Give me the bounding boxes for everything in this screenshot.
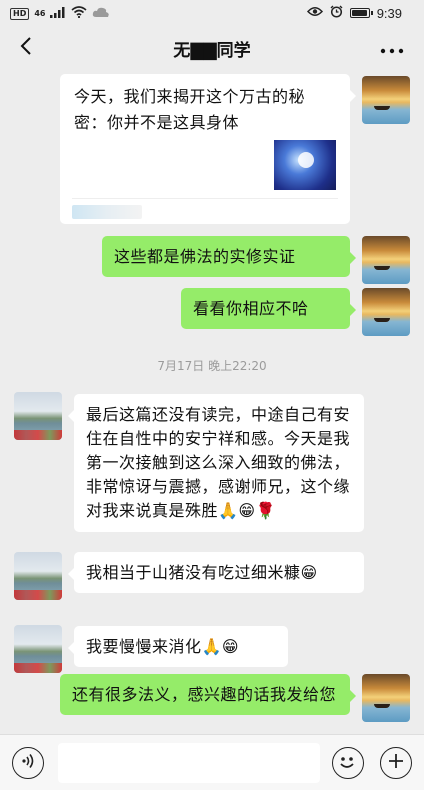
message-input[interactable] [58, 743, 320, 783]
voice-button[interactable] [12, 747, 44, 779]
cloud-icon [92, 7, 110, 21]
more-button[interactable] [380, 35, 404, 59]
self-avatar[interactable] [362, 674, 410, 722]
self-avatar[interactable] [362, 236, 410, 284]
status-right: 9:39 [306, 5, 402, 21]
chat-area[interactable]: 今天，我们来揭开这个万古的秘密：你并不是这具身体 这些都是佛法的实修实证 看看你… [0, 70, 424, 734]
signal-icon [50, 6, 66, 21]
message-bubble[interactable]: 我相当于山猪没有吃过细米糠😁 [68, 552, 364, 593]
alarm-icon [330, 5, 343, 21]
plus-icon [387, 752, 405, 774]
more-dots-icon [380, 35, 404, 59]
self-avatar[interactable] [362, 76, 410, 124]
contact-avatar[interactable] [14, 392, 62, 440]
emoji-button[interactable] [332, 747, 364, 779]
hd-badge: HD [10, 7, 30, 20]
link-card-title: 今天，我们来揭开这个万古的秘密：你并不是这具身体 [74, 87, 306, 132]
battery-icon [349, 8, 373, 18]
link-card-message[interactable]: 今天，我们来揭开这个万古的秘密：你并不是这具身体 [60, 74, 356, 224]
contact-avatar[interactable] [14, 625, 62, 673]
message-bubble[interactable]: 这些都是佛法的实修实证 [102, 236, 356, 277]
status-time: 9:39 [376, 5, 402, 21]
link-card-source [72, 205, 142, 219]
status-bar: HD 46 9:39 [0, 0, 424, 26]
eye-icon [306, 6, 323, 20]
status-left: HD 46 [10, 6, 110, 21]
message-bubble[interactable]: 最后这篇还没有读完，中途自己有安住在自性中的安宁祥和感。今天是我第一次接触到这么… [68, 394, 364, 532]
chat-header: 无▇▇同学 [0, 26, 424, 70]
link-card-divider [72, 198, 338, 199]
message-bubble[interactable]: 看看你相应不哈 [181, 288, 356, 329]
message-bubble[interactable]: 我要慢慢来消化🙏😁 [68, 626, 288, 667]
battery-level [351, 10, 367, 16]
plus-button[interactable] [380, 747, 412, 779]
self-avatar[interactable] [362, 288, 410, 336]
wifi-icon [71, 6, 88, 21]
chat-title: 无▇▇同学 [173, 41, 251, 61]
link-card-thumbnail [274, 140, 336, 190]
input-bar [0, 734, 424, 790]
network-label: 46 [34, 9, 46, 18]
emoji-icon [333, 757, 361, 780]
contact-avatar[interactable] [14, 552, 62, 600]
chat-timestamp: 7月17日 晚上22:20 [157, 359, 267, 373]
message-bubble[interactable]: 还有很多法义，感兴趣的话我发给您 [60, 674, 356, 715]
voice-icon [19, 752, 37, 774]
